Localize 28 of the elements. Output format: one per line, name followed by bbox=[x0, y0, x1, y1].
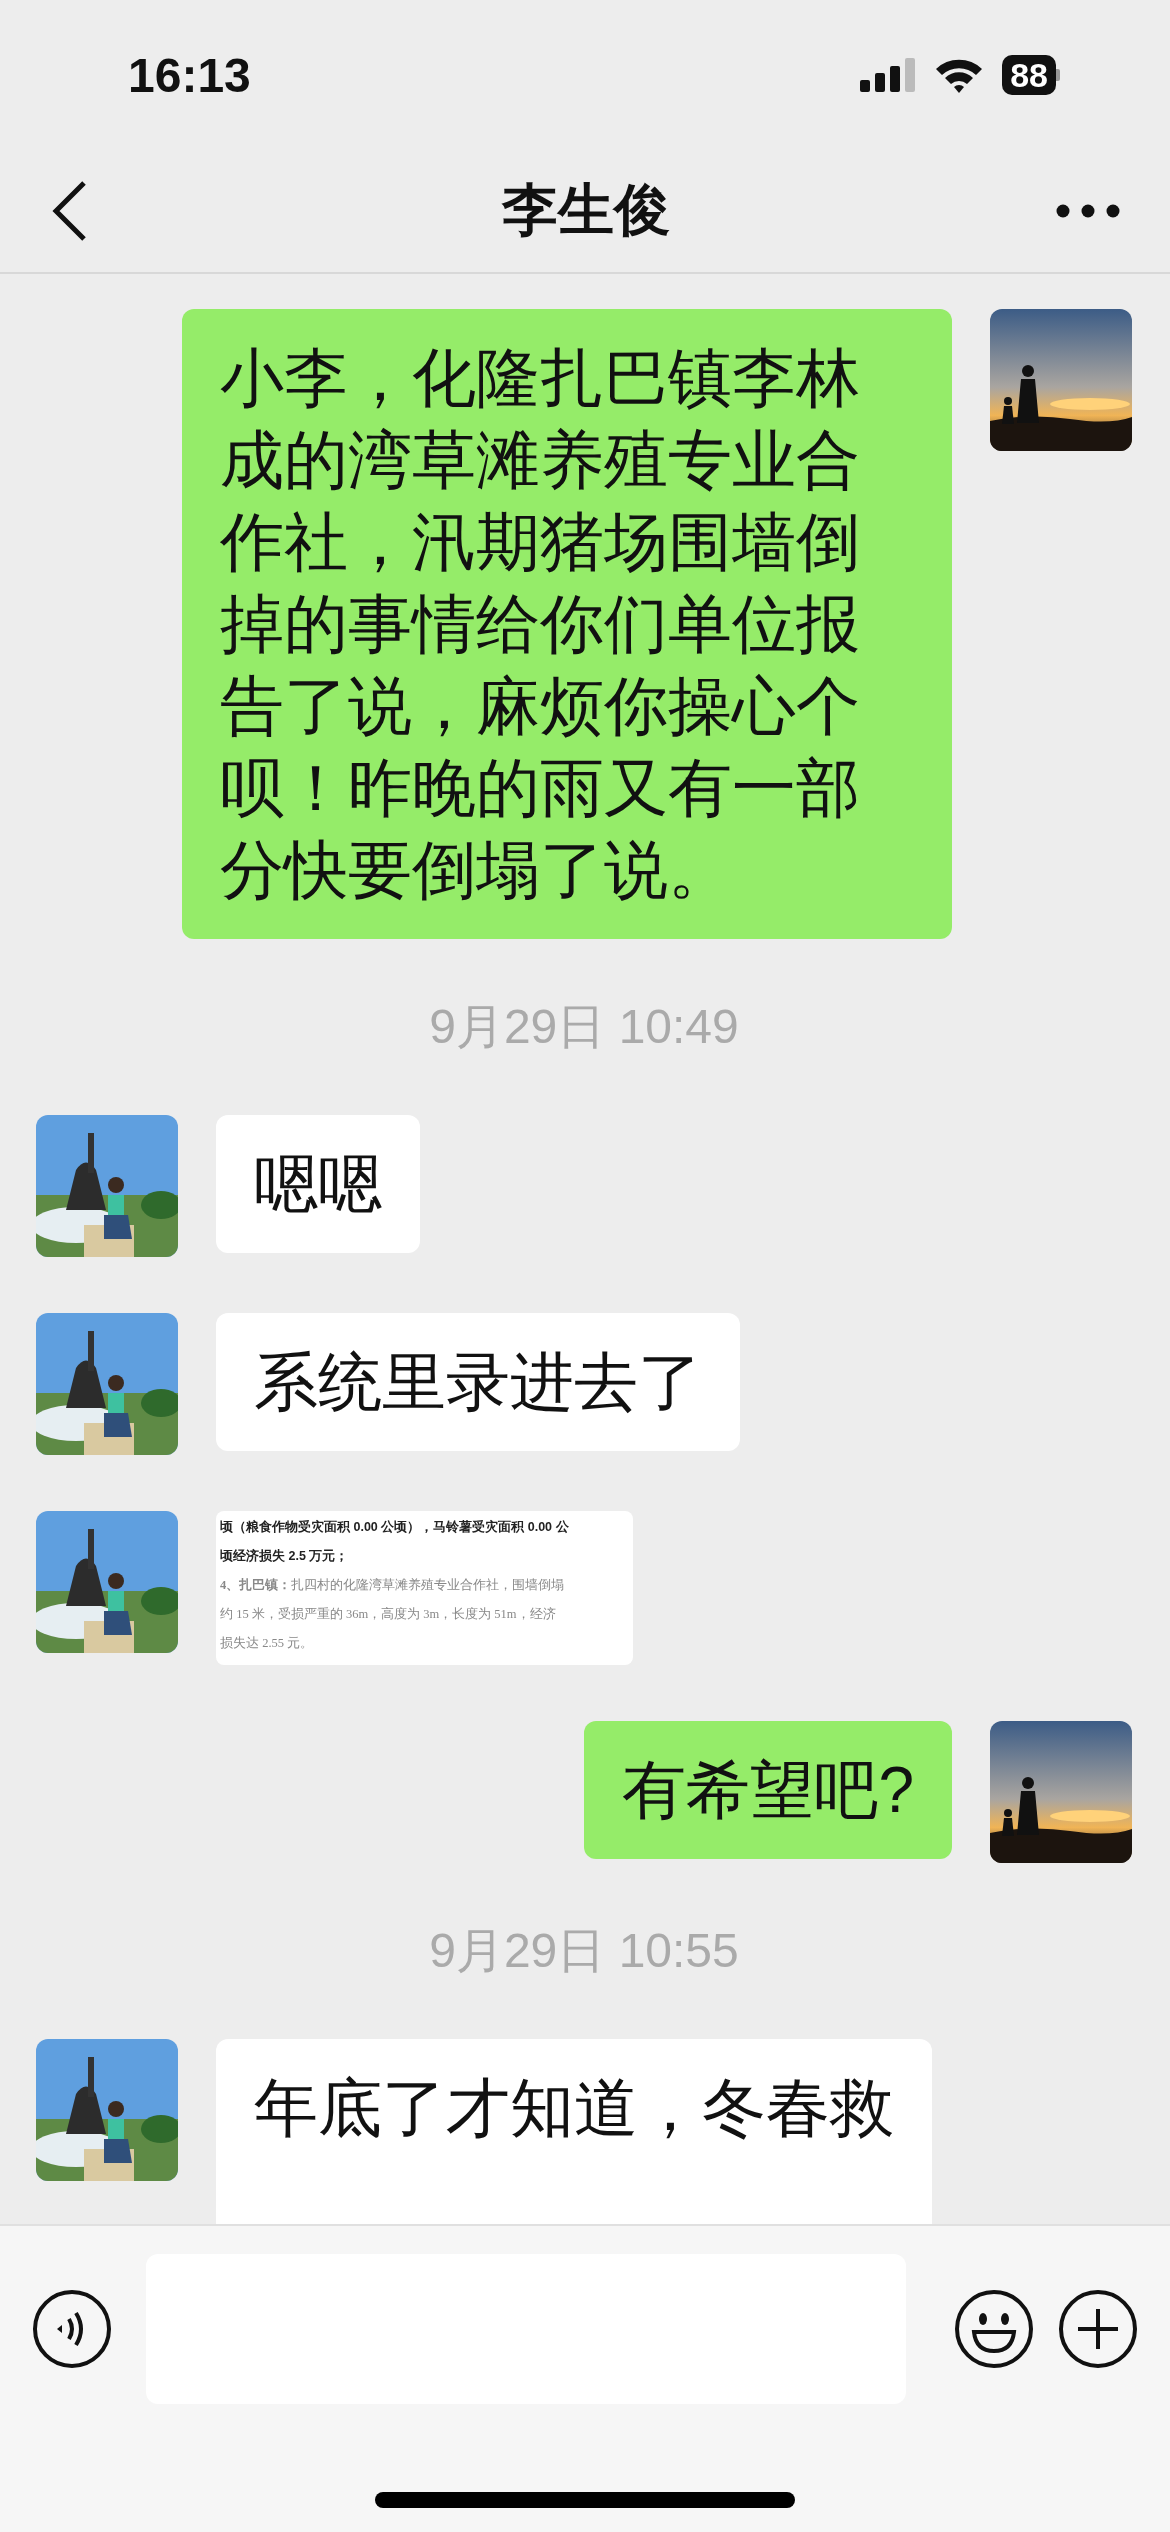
emoji-icon[interactable] bbox=[954, 2289, 1034, 2369]
timestamp: 9月29日 10:49 bbox=[429, 999, 739, 1055]
avatar[interactable] bbox=[36, 1115, 178, 1257]
more-icon[interactable] bbox=[1056, 204, 1120, 218]
avatar[interactable] bbox=[36, 2039, 178, 2181]
signal-icon bbox=[860, 58, 917, 92]
document-line: 损失达 2.55 元。 bbox=[220, 1635, 314, 1652]
status-time: 16:13 bbox=[128, 47, 251, 103]
voice-icon[interactable] bbox=[32, 2289, 112, 2369]
message-bubble: 嗯嗯 bbox=[216, 1115, 420, 1253]
avatar[interactable] bbox=[990, 1721, 1132, 1863]
avatar[interactable] bbox=[990, 309, 1132, 451]
timestamp: 9月29日 10:55 bbox=[429, 1923, 739, 1979]
back-icon[interactable] bbox=[52, 181, 88, 241]
document-line: 顷经济损失 2.5 万元； bbox=[220, 1548, 349, 1565]
avatar[interactable] bbox=[36, 1511, 178, 1653]
message-bubble: 系统里录进去了 bbox=[216, 1313, 740, 1451]
wifi-icon bbox=[934, 57, 985, 93]
document-line: 4、扎巴镇：扎四村的化隆湾草滩养殖专业合作社，围墙倒塌 bbox=[220, 1577, 565, 1594]
avatar[interactable] bbox=[36, 1313, 178, 1455]
message-bubble: 小李，化隆扎巴镇李林成的湾草滩养殖专业合作社，汛期猪场围墙倒掉的事情给你们单位报告了说，麻烦你操心个呗！昨晚的雨又有一部分快要倒塌了说。 bbox=[182, 309, 952, 939]
message-bubble: 有希望吧? bbox=[584, 1721, 952, 1859]
message-bubble: 年底了才知道，冬春救 bbox=[216, 2039, 932, 2224]
document-line: 约 15 米，受损严重的 36m，高度为 3m，长度为 51m，经济 bbox=[220, 1606, 556, 1623]
document-image[interactable]: 顷（粮食作物受灾面积 0.00 公顷），马铃薯受灾面积 0.00 公 顷经济损失 2.5 万元； 4、扎巴镇：扎四村的化隆湾草滩养殖专业合作社，围墙倒塌 约 15 米，受损严重的 36m，高度为 3m，长度为 51m，经济 损失达 2.55 元。 bbox=[216, 1511, 633, 1665]
document-line: 顷（粮食作物受灾面积 0.00 公顷），马铃薯受灾面积 0.00 公 bbox=[220, 1519, 569, 1536]
plus-icon[interactable] bbox=[1058, 2289, 1138, 2369]
chat-title: 李生俊 bbox=[500, 177, 671, 243]
